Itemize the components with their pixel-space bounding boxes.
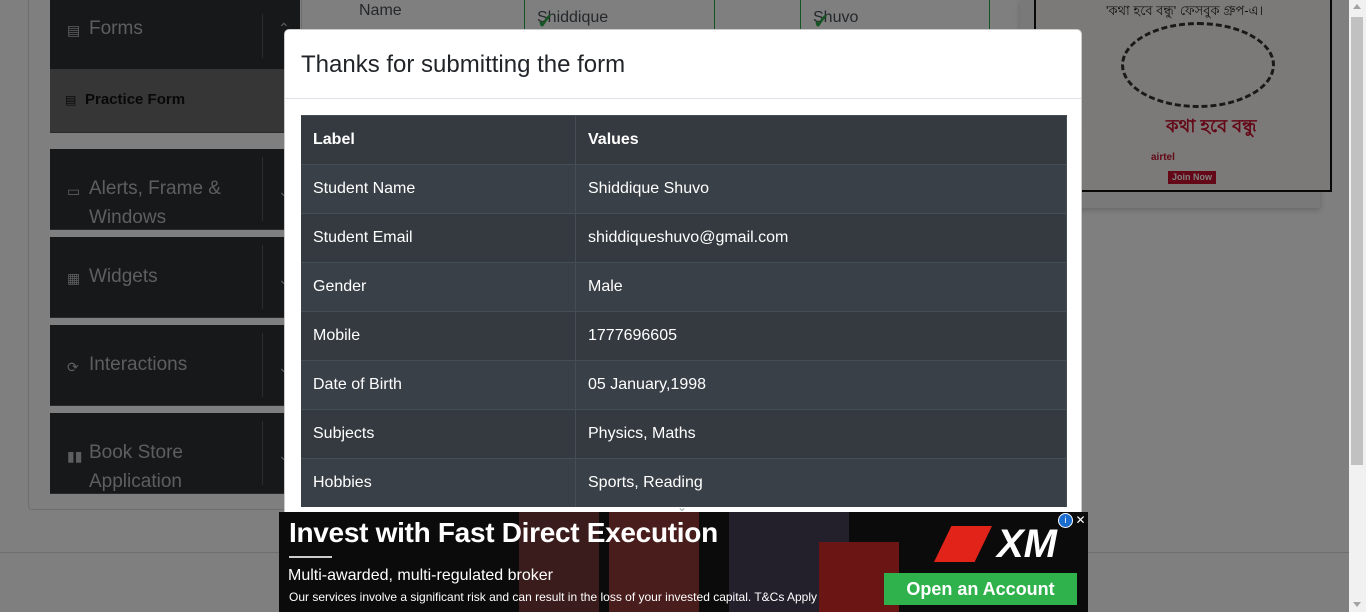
open-account-button[interactable]: Open an Account (884, 573, 1077, 605)
row-value: 05 January,1998 (575, 360, 1067, 410)
row-value: 1777696605 (575, 311, 1067, 361)
page-scrollbar[interactable] (1349, 0, 1366, 612)
ad-close-icon[interactable]: ✕ (1074, 513, 1087, 527)
modal-title: Thanks for submitting the form (301, 51, 626, 78)
table-row: Mobile 1777696605 (301, 311, 1067, 361)
row-value: Shiddique Shuvo (575, 164, 1067, 214)
ad-headline: Invest with Fast Direct Execution (289, 517, 718, 548)
table-row: Student Name Shiddique Shuvo (301, 164, 1067, 214)
scroll-up-arrow-icon[interactable] (1353, 4, 1361, 9)
row-value: Male (575, 262, 1067, 312)
xm-logo: XM (997, 522, 1057, 566)
modal-header: Thanks for submitting the form (285, 30, 1081, 99)
row-label: Student Name (301, 164, 576, 214)
row-value: Sports, Reading (575, 458, 1067, 507)
row-label: Hobbies (301, 458, 576, 507)
row-label: Mobile (301, 311, 576, 361)
row-label: Subjects (301, 409, 576, 459)
row-label: Gender (301, 262, 576, 312)
xm-logo-mark (934, 526, 992, 562)
results-table: Label Values Student Name Shiddique Shuv… (301, 115, 1067, 507)
table-row: Date of Birth 05 January,1998 (301, 360, 1067, 410)
ad-disclaimer: Our services involve a significant risk … (289, 590, 818, 604)
ad-info-icon[interactable]: i (1058, 513, 1073, 528)
ad-subline: Multi-awarded, multi-regulated broker (288, 567, 553, 584)
row-label: Student Email (301, 213, 576, 263)
row-value: shiddiqueshuvo@gmail.com (575, 213, 1067, 263)
table-row: Student Email shiddiqueshuvo@gmail.com (301, 213, 1067, 263)
bottom-ad-banner[interactable]: Invest with Fast Direct Execution Multi-… (279, 512, 1088, 612)
column-header-values: Values (575, 115, 1067, 165)
ad-divider (289, 556, 332, 558)
column-header-label: Label (301, 115, 576, 165)
row-label: Date of Birth (301, 360, 576, 410)
scroll-down-arrow-icon[interactable] (1353, 602, 1361, 607)
scrollbar-thumb[interactable] (1351, 17, 1363, 465)
table-row: Subjects Physics, Maths (301, 409, 1067, 459)
table-row: Gender Male (301, 262, 1067, 312)
row-value: Physics, Maths (575, 409, 1067, 459)
table-header-row: Label Values (301, 115, 1067, 165)
